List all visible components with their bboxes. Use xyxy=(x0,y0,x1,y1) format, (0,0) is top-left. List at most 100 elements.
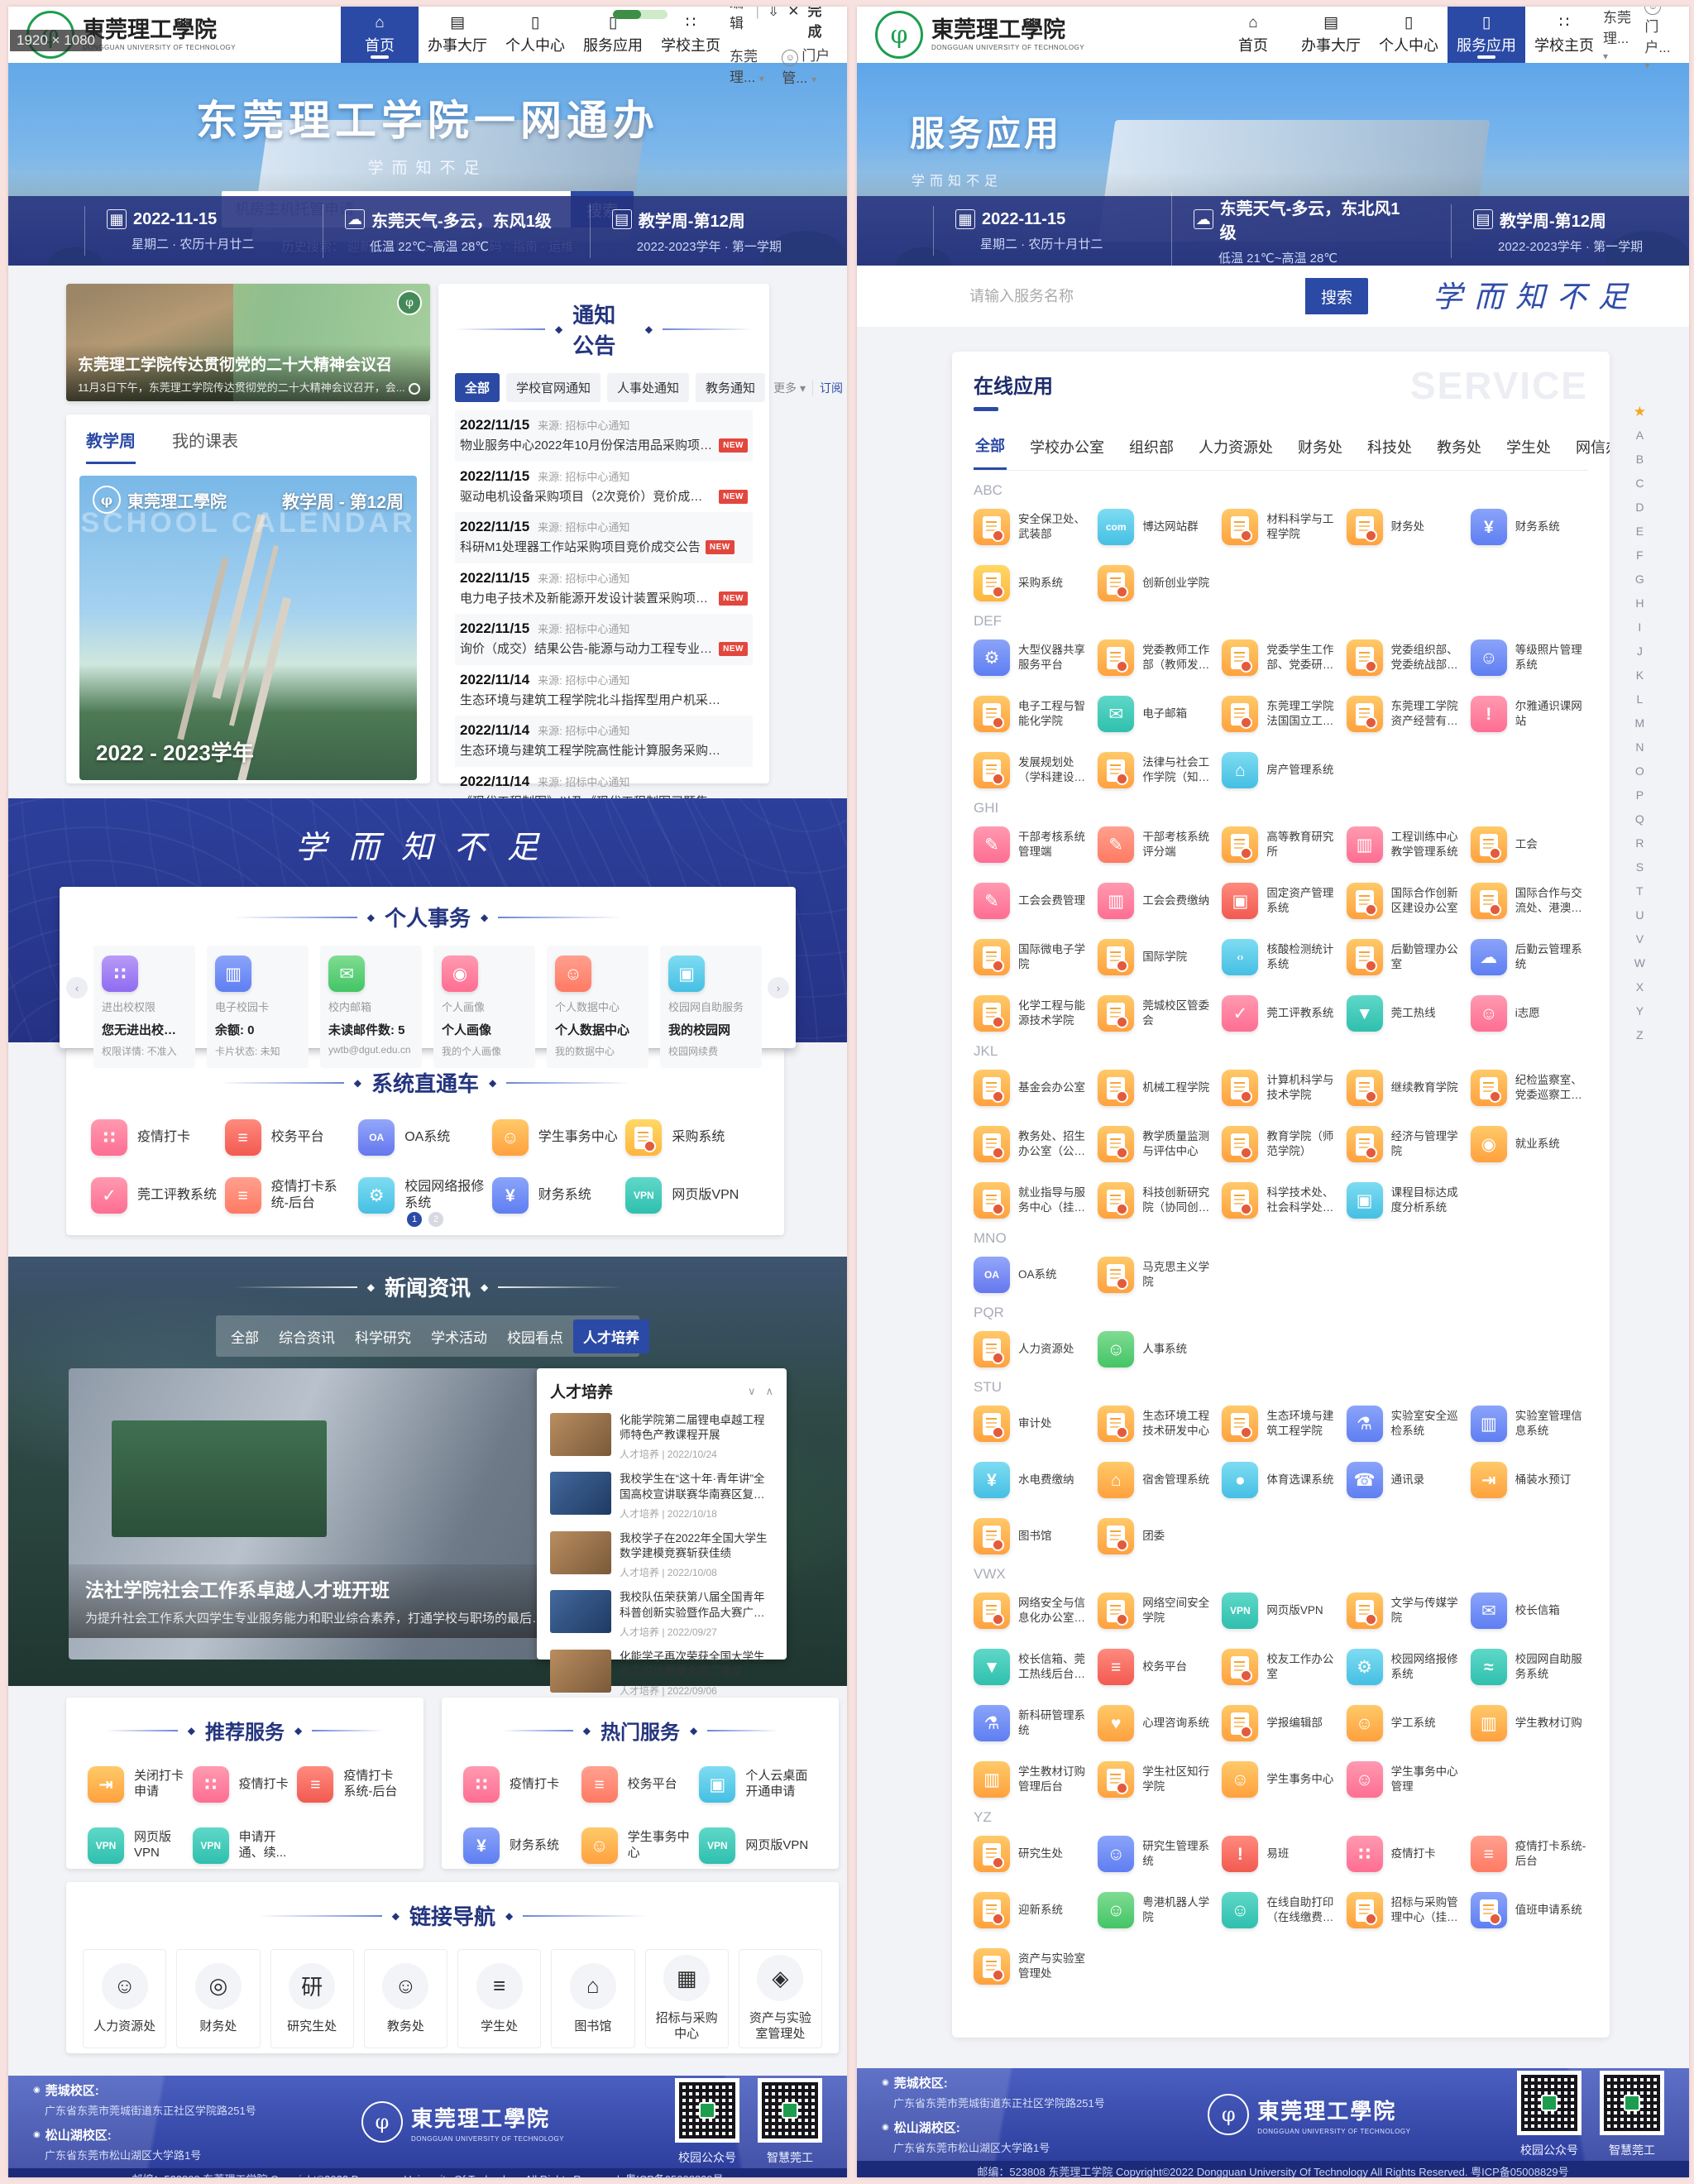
carousel-dot[interactable] xyxy=(409,383,420,395)
app-item[interactable]: ⚗新科研管理系统 xyxy=(974,1705,1091,1741)
app-item[interactable]: ♥心理咨询系统 xyxy=(1098,1705,1215,1741)
app-item[interactable]: ☺研究生管理系统 xyxy=(1098,1836,1215,1872)
app-item[interactable]: !尔雅通识课网站 xyxy=(1471,696,1588,732)
notice-tab-2[interactable]: 人事处通知 xyxy=(607,373,689,402)
tab-my-timetable[interactable]: 我的课表 xyxy=(172,428,238,464)
news-tab-2[interactable]: 科学研究 xyxy=(345,1320,421,1353)
news-tab-3[interactable]: 学术活动 xyxy=(421,1320,497,1353)
app-item[interactable]: ▥学生教材订购 xyxy=(1471,1705,1588,1741)
nav-item-2[interactable]: ▯个人中心 xyxy=(496,7,574,63)
system-shortcut[interactable]: ≡疫情打卡系统-后台 xyxy=(225,1177,359,1214)
dept-tab-6[interactable]: 教务处 xyxy=(1435,428,1483,469)
alpha-J[interactable]: J xyxy=(1637,639,1643,663)
app-item[interactable]: 迎新系统 xyxy=(974,1892,1091,1928)
app-item[interactable]: ▼莞工热线 xyxy=(1347,995,1464,1032)
app-item[interactable]: ✎工会会费管理 xyxy=(974,883,1091,919)
app-item[interactable]: 教育学院（师范学院） xyxy=(1222,1126,1339,1162)
app-item[interactable]: 马克思主义学院 xyxy=(1098,1257,1215,1293)
notice-item[interactable]: 2022/11/14来源: 招标中心通知 生态环境与建筑工程学院高性能计算服务采… xyxy=(455,716,753,767)
system-shortcut[interactable]: 采购系统 xyxy=(625,1119,759,1156)
account-dropdown[interactable]: ☺门户管... ▾ xyxy=(782,44,835,87)
notice-subscribe[interactable]: 订阅 xyxy=(812,380,843,396)
news-tab-1[interactable]: 综合资讯 xyxy=(269,1320,345,1353)
personal-card[interactable]: ▥ 电子校园卡余额: 0卡片状态: 未知 xyxy=(207,946,309,1068)
app-item[interactable]: 团委 xyxy=(1098,1518,1215,1554)
app-item[interactable]: ☺粤港机器人学院 xyxy=(1098,1892,1215,1928)
notice-item[interactable]: 2022/11/15来源: 招标中心通知 物业服务中心2022年10月份保洁用品… xyxy=(455,410,753,462)
app-item[interactable]: 安全保卫处、武装部 xyxy=(974,509,1091,545)
link-nav-item[interactable]: ☺人力资源处 xyxy=(83,1949,166,2048)
app-item[interactable]: 生态环境工程技术研发中心 xyxy=(1098,1406,1215,1442)
app-item[interactable]: ▣固定资产管理系统 xyxy=(1222,883,1339,919)
app-item[interactable]: ≡校务平台 xyxy=(1098,1649,1215,1685)
service-search-input[interactable] xyxy=(956,278,1305,314)
prev-arrow[interactable]: ‹ xyxy=(66,977,88,999)
app-item[interactable]: ☺在线自助打印（在线缴费、学生... xyxy=(1222,1892,1339,1928)
alpha-O[interactable]: O xyxy=(1635,759,1644,783)
app-item[interactable]: 科学技术处、社会科学处、先进技... xyxy=(1222,1182,1339,1219)
app-item[interactable]: ✎干部考核系统管理端 xyxy=(974,826,1091,863)
app-item[interactable]: 工会 xyxy=(1471,826,1588,863)
app-item[interactable]: 教学质量监测与评估中心 xyxy=(1098,1126,1215,1162)
app-item[interactable]: ⚙大型仪器共享服务平台 xyxy=(974,639,1091,676)
app-item[interactable]: 图书馆 xyxy=(974,1518,1091,1554)
nav-item-0[interactable]: ⌂首页 xyxy=(341,7,419,63)
app-item[interactable]: ⌂房产管理系统 xyxy=(1222,752,1339,788)
app-item[interactable]: 东莞理工学院法国国立工艺学院联... xyxy=(1222,696,1339,732)
news-carousel[interactable]: φ 东莞理工学院传达贯彻党的二十大精神会议召 11月3日下午，东莞理工学院传达贯… xyxy=(66,284,430,401)
service-shortcut[interactable]: ≡校务平台 xyxy=(581,1766,700,1803)
app-item[interactable]: 网络空间安全学院 xyxy=(1098,1592,1215,1629)
app-item[interactable]: ▥实验室管理信息系统 xyxy=(1471,1406,1588,1442)
dept-tab-8[interactable]: 网信办、网络中心 xyxy=(1574,428,1610,469)
app-item[interactable]: ⇥桶装水预订 xyxy=(1471,1462,1588,1498)
news-list-item[interactable]: 我校队伍荣获第八届全国青年科普创新实验暨作品大赛广东赛区一等奖人才培养 | 20… xyxy=(550,1590,773,1638)
download-icon[interactable]: ⇩ xyxy=(768,7,779,20)
nav-item-3[interactable]: ▯服务应用 xyxy=(1448,7,1525,63)
app-item[interactable]: 招标与采购管理中心（挂靠... xyxy=(1347,1892,1464,1928)
personal-card[interactable]: ▣ 校园网自助服务我的校园网校园网续费 xyxy=(660,946,762,1068)
app-item[interactable]: ‹›核酸检测统计系统 xyxy=(1222,939,1339,975)
app-item[interactable]: ☁后勤云管理系统 xyxy=(1471,939,1588,975)
service-shortcut[interactable]: ≡疫情打卡系统-后台 xyxy=(297,1766,402,1803)
alpha-V[interactable]: V xyxy=(1636,927,1644,951)
system-shortcut[interactable]: ∷疫情打卡 xyxy=(91,1119,225,1156)
nav-item-4[interactable]: ∷学校主页 xyxy=(1525,7,1603,63)
nav-item-1[interactable]: ▤办事大厅 xyxy=(419,7,496,63)
app-item[interactable]: ¥财务系统 xyxy=(1471,509,1588,545)
app-item[interactable]: ▣课程目标达成度分析系统 xyxy=(1347,1182,1464,1219)
app-item[interactable]: 计算机科学与技术学院 xyxy=(1222,1070,1339,1106)
account-dropdown[interactable]: ☺门户... ▾ xyxy=(1644,7,1677,73)
system-shortcut[interactable]: ¥财务系统 xyxy=(492,1177,626,1214)
service-shortcut[interactable]: ¥财务系统 xyxy=(463,1827,581,1864)
app-item[interactable]: 经济与管理学院 xyxy=(1347,1126,1464,1162)
service-shortcut[interactable]: VPN网页版VPN xyxy=(699,1827,817,1864)
news-tab-5[interactable]: 人才培养 xyxy=(573,1320,649,1353)
alpha-P[interactable]: P xyxy=(1636,783,1644,807)
notice-item[interactable]: 2022/11/15来源: 招标中心通知 驱动电机设备采购项目（2次竞价）竞价成… xyxy=(455,462,753,513)
news-list-item[interactable]: 化能学子再次荣获全国大学生化工设计竞赛全国二等奖人才培养 | 2022/09/0… xyxy=(550,1650,773,1698)
alpha-B[interactable]: B xyxy=(1636,448,1644,472)
app-item[interactable]: 机械工程学院 xyxy=(1098,1070,1215,1106)
nav-item-1[interactable]: ▤办事大厅 xyxy=(1292,7,1370,63)
news-tab-0[interactable]: 全部 xyxy=(221,1320,269,1353)
system-shortcut[interactable]: ☺学生事务中心 xyxy=(492,1119,626,1156)
app-item[interactable]: 党委学生工作部、党委研究生工作... xyxy=(1222,639,1339,676)
link-nav-item[interactable]: ◎财务处 xyxy=(176,1949,260,2048)
alpha-S[interactable]: S xyxy=(1636,855,1644,879)
app-item[interactable]: ⚙校园网络报修系统 xyxy=(1347,1649,1464,1685)
app-item[interactable]: 就业指导与服务中心（挂靠党委学... xyxy=(974,1182,1091,1219)
app-item[interactable]: 后勤管理办公室 xyxy=(1347,939,1464,975)
alpha-X[interactable]: X xyxy=(1636,975,1644,999)
personal-card[interactable]: ◉ 个人画像个人画像我的个人画像 xyxy=(433,946,535,1068)
app-item[interactable]: ▼校长信箱、莞工热线后台管理系统 xyxy=(974,1649,1091,1685)
service-shortcut[interactable]: ∷疫情打卡 xyxy=(193,1766,298,1803)
edit-button[interactable]: 编辑 xyxy=(730,7,748,32)
alpha-T[interactable]: T xyxy=(1636,879,1644,903)
link-nav-item[interactable]: ▦招标与采购中心 xyxy=(645,1949,729,2048)
service-shortcut[interactable]: ▣个人云桌面开通申请 xyxy=(699,1766,817,1803)
app-item[interactable]: 纪检监察室、党委巡察工作办公室 xyxy=(1471,1070,1588,1106)
notice-item[interactable]: 2022/11/15来源: 招标中心通知 电力电子技术及新能源开发设计装置采购项… xyxy=(455,563,753,615)
app-item[interactable]: 法律与社会工作学院（知识产权学... xyxy=(1098,752,1215,788)
app-item[interactable]: 化学工程与能源技术学院 xyxy=(974,995,1091,1032)
alpha-K[interactable]: K xyxy=(1636,663,1644,687)
